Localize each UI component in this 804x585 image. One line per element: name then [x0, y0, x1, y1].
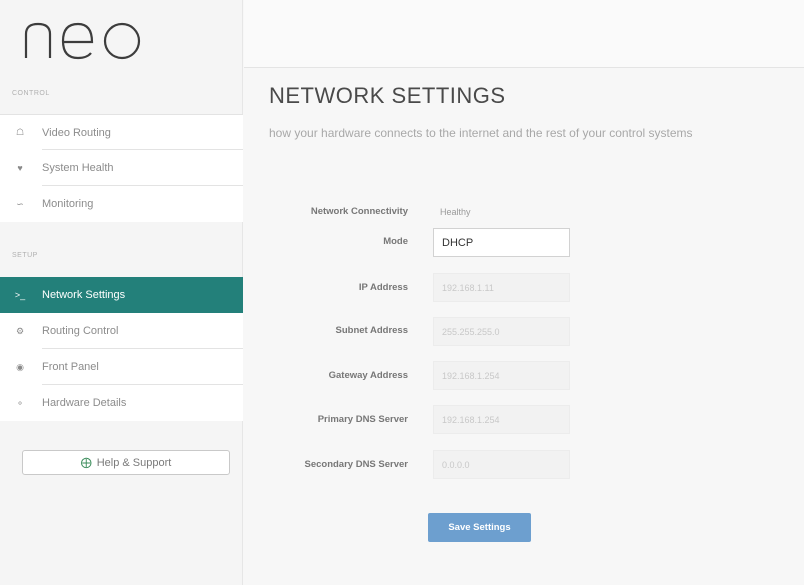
mode-label: Mode [383, 236, 408, 247]
secondary-dns-label: Secondary DNS Server [304, 459, 409, 470]
section-label-control: CONTROL [12, 90, 50, 97]
sidebar-item-network-settings[interactable]: >_ Network Settings [0, 277, 243, 313]
primary-dns-field[interactable]: 192.168.1.254 [433, 405, 570, 434]
section-label-setup: SETUP [12, 252, 38, 259]
primary-dns-label: Primary DNS Server [317, 414, 408, 425]
gateway-address-label: Gateway Address [328, 370, 408, 381]
life-ring-icon: ⨁ [80, 457, 92, 469]
main-content: NETWORK SETTINGS how your hardware conne… [244, 69, 804, 585]
network-connectivity-status: Healthy [440, 207, 471, 217]
sidebar-item-monitoring[interactable]: ∽ Monitoring [0, 186, 243, 222]
gateway-address-field[interactable]: 192.168.1.254 [433, 361, 570, 390]
sidebar-item-system-health[interactable]: ♥ System Health [0, 150, 243, 186]
ip-address-field[interactable]: 192.168.1.11 [433, 273, 570, 302]
neo-logo-mark [24, 22, 141, 60]
save-settings-button[interactable]: Save Settings [428, 513, 531, 542]
page-title: NETWORK SETTINGS [269, 83, 506, 108]
sidebar-item-label: Video Routing [42, 126, 111, 139]
network-connectivity-label: Network Connectivity [310, 206, 408, 217]
page-subtitle: how your hardware connects to the intern… [269, 126, 693, 140]
sidebar-item-label: Hardware Details [42, 397, 127, 409]
sidebar-item-label: Monitoring [42, 198, 94, 210]
top-bar [244, 0, 804, 68]
subnet-address-field[interactable]: 255.255.255.0 [433, 317, 570, 346]
signal-icon: ∽ [16, 198, 24, 209]
mode-select[interactable]: DHCP [433, 228, 570, 257]
help-support-label: Help & Support [96, 456, 172, 469]
sidebar-item-label: Routing Control [42, 325, 119, 337]
sidebar-item-hardware-details[interactable]: ⚬ Hardware Details [0, 385, 243, 421]
sidebar-item-label: Network Settings [42, 289, 126, 301]
heart-icon: ♥ [17, 163, 23, 173]
terminal-icon: >_ [14, 290, 26, 300]
ring-icon: ⚬ [16, 397, 24, 408]
sidebar: CONTROL ☖ Video Routing ♥ System Health … [0, 0, 243, 585]
sidebar-item-routing-control[interactable]: ⚙ Routing Control [0, 313, 243, 349]
sidebar-item-video-routing[interactable]: ☖ Video Routing [0, 114, 243, 150]
home-icon: ☖ [15, 127, 25, 137]
sidebar-item-label: System Health [42, 162, 114, 174]
sidebar-item-front-panel[interactable]: ◉ Front Panel [0, 349, 243, 385]
sidebar-item-label: Front Panel [42, 361, 99, 373]
help-support-button[interactable]: ⨁ Help & Support [22, 450, 230, 475]
cogs-icon: ⚙ [15, 325, 25, 336]
secondary-dns-field[interactable]: 0.0.0.0 [433, 450, 570, 479]
dot-circle-icon: ◉ [16, 361, 24, 372]
ip-address-label: IP Address [358, 282, 408, 293]
neo-logo [20, 10, 150, 62]
subnet-address-label: Subnet Address [335, 325, 409, 336]
